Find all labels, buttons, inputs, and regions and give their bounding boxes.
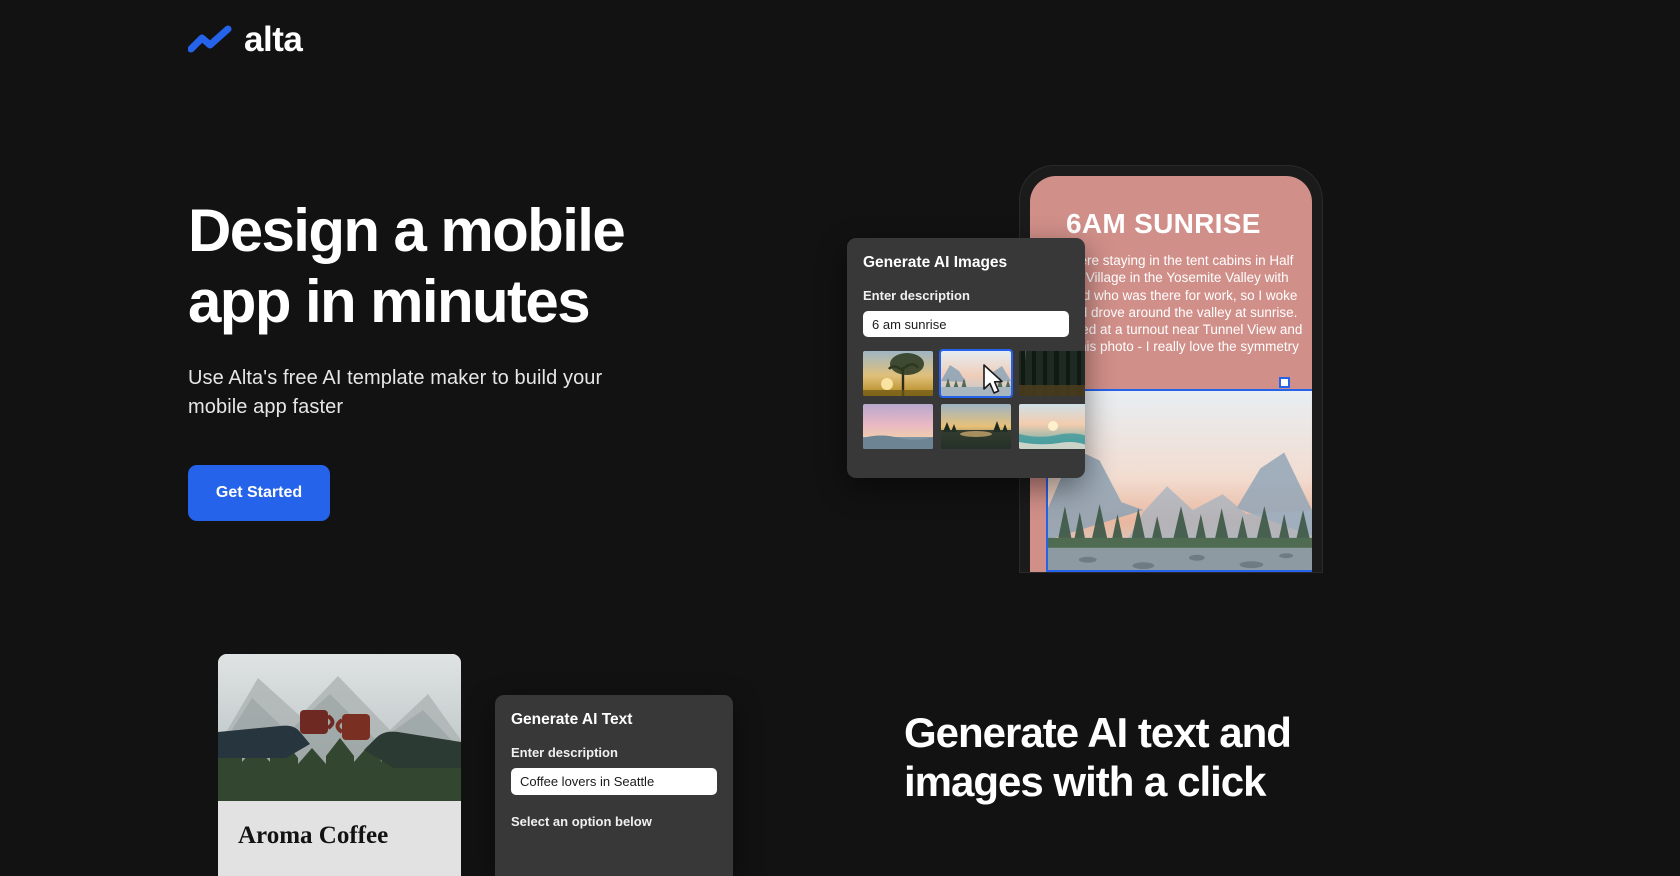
ai-image-thumbnail[interactable] [863, 404, 933, 449]
selection-handle[interactable] [1279, 377, 1290, 388]
generate-ai-images-panel: Generate AI Images Enter description [847, 238, 1085, 478]
phone-photo[interactable] [1046, 389, 1312, 572]
bottom-section-title: Generate AI text and images with a click [904, 709, 1292, 806]
coffee-card-title: Aroma Coffee [238, 822, 389, 849]
ai-image-thumbnail[interactable] [863, 351, 933, 396]
description-input[interactable] [863, 311, 1069, 337]
generate-ai-text-panel: Generate AI Text Enter description Selec… [495, 695, 733, 876]
description-input[interactable] [511, 768, 717, 795]
phone-heading: 6AM SUNRISE [1066, 208, 1261, 239]
select-option-label: Select an option below [511, 814, 652, 829]
get-started-button[interactable]: Get Started [188, 465, 330, 521]
ai-image-thumbnail-grid [863, 349, 1085, 449]
coffee-card: Aroma Coffee [218, 654, 461, 876]
mouse-pointer-icon [982, 364, 1006, 401]
description-label: Enter description [863, 288, 970, 303]
hero-section: Design a mobile app in minutes Use Alta'… [188, 196, 748, 422]
landing-page: alta Design a mobile app in minutes Use … [0, 0, 1680, 876]
panel-title: Generate AI Text [511, 711, 633, 728]
brand-name: alta [244, 20, 303, 59]
description-label: Enter description [511, 745, 618, 760]
ai-image-thumbnail[interactable] [941, 404, 1011, 449]
zigzag-chart-icon [187, 25, 232, 55]
ai-image-thumbnail[interactable] [1019, 351, 1085, 396]
brand-logo[interactable]: alta [187, 20, 303, 59]
panel-title: Generate AI Images [863, 254, 1008, 271]
hero-subtitle: Use Alta's free AI template maker to bui… [188, 366, 603, 418]
ai-image-thumbnail[interactable] [1019, 404, 1085, 449]
coffee-card-image [218, 654, 461, 801]
page-title: Design a mobile app in minutes [188, 197, 626, 335]
